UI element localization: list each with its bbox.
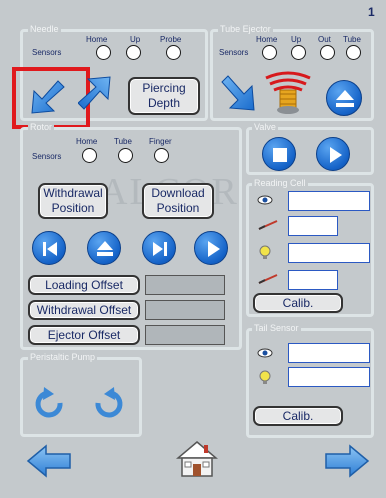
loading-offset-label: Loading Offset [45, 277, 123, 292]
download-position-label-line2: Position [156, 201, 200, 215]
piercing-depth-label-line1: Piercing [142, 81, 186, 95]
light-bulb-icon [257, 244, 273, 260]
reading-cell-title: Reading Cell [252, 178, 308, 188]
ejector-offset-label: Ejector Offset [47, 327, 121, 342]
tail-sensor-value-2[interactable] [288, 367, 370, 387]
withdrawal-offset-label: Withdrawal Offset [36, 302, 132, 317]
rotor-play-button[interactable] [194, 231, 228, 265]
ejector-sensor-out-label: Out [318, 35, 331, 44]
valve-title: Valve [252, 122, 278, 132]
withdrawal-position-button[interactable]: Withdrawal Position [38, 183, 108, 219]
home-icon [175, 441, 219, 477]
rotate-ccw-icon [35, 387, 63, 418]
ejector-move-button[interactable] [220, 74, 260, 116]
rotor-sensor-tube-label: Tube [114, 137, 132, 146]
skip-next-icon [153, 242, 167, 256]
forward-arrow-icon [325, 444, 370, 478]
play-icon [208, 241, 220, 257]
ejector-solenoid-button[interactable] [262, 70, 314, 118]
needle-up-sensor-led [126, 45, 141, 60]
rotate-cw-icon [95, 387, 123, 418]
reading-cell-calib-button[interactable]: Calib. [253, 293, 343, 313]
back-button[interactable] [26, 444, 72, 478]
ejector-offset-button[interactable]: Ejector Offset [28, 325, 140, 345]
withdrawal-offset-field[interactable] [145, 300, 225, 320]
needle-title: Needle [28, 24, 61, 34]
tail-sensor-value-1[interactable] [288, 343, 370, 363]
ejector-eject-button[interactable] [326, 80, 362, 116]
eject-icon [97, 241, 113, 256]
reading-cell-value-4[interactable] [288, 270, 338, 290]
pen-icon [257, 218, 279, 230]
tail-sensor-calib-button[interactable]: Calib. [253, 406, 343, 426]
light-bulb-icon [257, 369, 273, 385]
pump-rotate-cw-button[interactable] [88, 385, 128, 425]
needle-up-button[interactable] [77, 73, 118, 117]
skip-to-start-icon [43, 242, 57, 256]
eye-icon [257, 193, 273, 205]
spring-solenoid-icon [265, 71, 311, 114]
forward-button[interactable] [324, 444, 370, 478]
reading-cell-value-3[interactable] [288, 243, 370, 263]
reading-cell-calib-label: Calib. [282, 295, 314, 310]
rotor-sensor-finger-label: Finger [149, 137, 172, 146]
valve-play-button[interactable] [316, 137, 350, 171]
needle-home-sensor-led [96, 45, 111, 60]
tail-sensor-title: Tail Sensor [252, 323, 301, 333]
play-icon [330, 147, 342, 163]
tail-sensor-calib-label: Calib. [282, 408, 314, 423]
withdrawal-position-label-line1: Withdrawal [43, 186, 103, 200]
download-position-button[interactable]: Download Position [142, 183, 214, 219]
loading-offset-field[interactable] [145, 275, 225, 295]
ejector-sensor-tube-label: Tube [343, 35, 361, 44]
needle-sensor-home-label: Home [86, 35, 108, 44]
pump-rotate-ccw-button[interactable] [30, 385, 70, 425]
rotor-next-button[interactable] [142, 231, 176, 265]
valve-stop-button[interactable] [262, 137, 296, 171]
arrow-up-right-icon [77, 76, 111, 110]
rotor-title: Rotor [28, 122, 55, 132]
ejector-tube-sensor-led [346, 45, 361, 60]
ejector-home-sensor-led [262, 45, 277, 60]
peristaltic-pump-title: Peristaltic Pump [28, 352, 98, 362]
eject-icon [336, 90, 354, 107]
page-number: 1 [368, 5, 375, 19]
loading-offset-button[interactable]: Loading Offset [28, 275, 140, 295]
rotor-finger-sensor-led [154, 148, 169, 163]
ejector-offset-field[interactable] [145, 325, 225, 345]
withdrawal-position-label-line2: Position [51, 201, 95, 215]
home-button[interactable] [175, 440, 219, 478]
ejector-sensor-home-label: Home [256, 35, 278, 44]
piercing-depth-button[interactable]: Piercing Depth [128, 77, 200, 115]
rotor-sensors-label: Sensors [32, 152, 62, 161]
stop-icon [273, 148, 287, 162]
rotor-first-button[interactable] [32, 231, 66, 265]
eye-icon [257, 346, 273, 358]
download-position-label-line1: Download [151, 186, 205, 200]
reading-cell-value-1[interactable] [288, 191, 370, 211]
needle-sensors-label: Sensors [32, 48, 62, 57]
ejector-sensors-label: Sensors [219, 48, 249, 57]
needle-sensor-up-label: Up [130, 35, 141, 44]
pen-icon [257, 272, 279, 284]
piercing-depth-label-line2: Depth [147, 96, 180, 110]
rotor-eject-button[interactable] [87, 231, 121, 265]
rotor-home-sensor-led [82, 148, 97, 163]
rotor-tube-sensor-led [118, 148, 133, 163]
ejector-sensor-up-label: Up [291, 35, 302, 44]
needle-sensor-probe-label: Probe [160, 35, 182, 44]
tube-ejector-title: Tube Ejector [218, 24, 273, 34]
ejector-out-sensor-led [320, 45, 335, 60]
back-arrow-icon [26, 444, 71, 478]
ejector-up-sensor-led [291, 45, 306, 60]
rotor-sensor-home-label: Home [76, 137, 98, 146]
needle-probe-sensor-led [166, 45, 181, 60]
arrow-down-right-icon [221, 75, 255, 111]
withdrawal-offset-button[interactable]: Withdrawal Offset [28, 300, 140, 320]
reading-cell-value-2[interactable] [288, 216, 338, 236]
